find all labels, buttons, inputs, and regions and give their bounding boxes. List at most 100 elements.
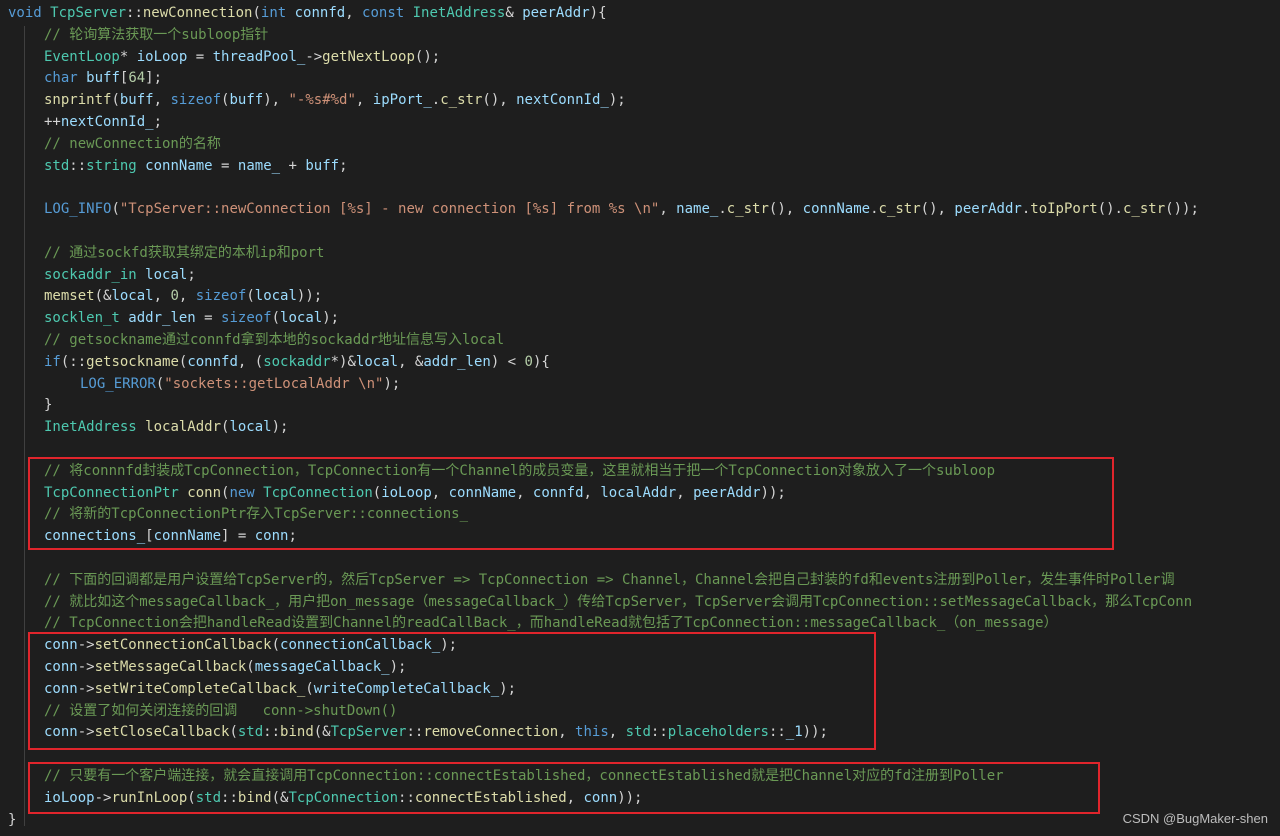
code-token: snprintf <box>44 92 112 109</box>
code-token: writeCompleteCallback_ <box>313 680 500 697</box>
code-line: char buff[64]; <box>44 67 162 89</box>
code-token: , <box>153 92 171 109</box>
code-token: connfd <box>532 484 584 501</box>
code-token: memset <box>44 288 95 305</box>
code-token: local <box>254 288 297 305</box>
code-token: -> <box>77 724 95 741</box>
code-token: // 就比如这个messageCallback_，用户把on_message（m… <box>44 593 1193 610</box>
code-token: (& <box>271 789 289 806</box>
code-token: ; <box>339 157 348 174</box>
code-token: , <box>608 724 626 741</box>
code-token: placeholders <box>667 724 769 741</box>
code-token: if <box>44 353 61 370</box>
code-token: . <box>718 201 727 218</box>
code-token: } <box>8 811 17 828</box>
code-token: connectionCallback_ <box>280 637 441 654</box>
code-token: :: <box>650 724 668 741</box>
code-token: . <box>870 201 879 218</box>
code-token: std <box>237 724 264 741</box>
code-token: (:: <box>60 353 87 370</box>
code-token: connName <box>145 157 213 174</box>
code-token: c_str <box>440 92 483 109</box>
code-token: InetAddress <box>412 5 506 21</box>
code-line: // 下面的回调都是用户设置给TcpServer的，然后TcpServer =>… <box>44 569 1175 591</box>
code-token: connectEstablished <box>414 789 567 806</box>
code-token: peerAddr <box>522 5 590 21</box>
code-token: this <box>575 724 609 741</box>
code-token: c_str <box>878 201 921 218</box>
code-token: ( <box>246 288 255 305</box>
code-token: } <box>44 397 53 414</box>
code-token: ( <box>252 5 261 21</box>
code-token: messageCallback_ <box>254 659 390 675</box>
code-token: ; <box>288 528 297 545</box>
code-token: peerAddr <box>954 201 1022 218</box>
code-line: } <box>8 809 16 831</box>
code-token: peerAddr <box>693 484 761 501</box>
code-token: buff <box>86 70 120 87</box>
code-token: conn <box>583 789 618 806</box>
code-token: TcpConnectionPtr <box>44 484 188 501</box>
code-line: ++nextConnId_; <box>44 111 162 133</box>
code-line: std::string connName = name_ + buff; <box>44 155 348 177</box>
code-line: if(::getsockname(connfd, (sockaddr*)&loc… <box>44 351 550 373</box>
code-token: , <box>431 484 449 501</box>
code-token: // getsockname通过connfd拿到本地的sockaddr地址信息写… <box>44 332 505 348</box>
code-token: 0 <box>524 353 533 370</box>
code-token: newConnection <box>142 5 253 21</box>
code-token: const <box>362 5 413 21</box>
code-token: ), <box>263 92 289 109</box>
code-editor[interactable]: void TcpServer::newConnection(int connfd… <box>0 0 1280 836</box>
code-token: bind <box>237 789 272 806</box>
code-token: local <box>280 310 323 327</box>
code-token: std <box>625 724 651 741</box>
code-line: memset(&local, 0, sizeof(local)); <box>44 285 322 307</box>
code-token: (), <box>920 201 955 218</box>
code-token: removeConnection <box>423 724 559 741</box>
code-line: // 将新的TcpConnectionPtr存入TcpServer::conne… <box>44 503 468 525</box>
code-token: sockaddr <box>263 353 331 370</box>
code-token: ){ <box>589 5 607 21</box>
code-token: connfd <box>187 353 238 370</box>
code-token: TcpConnection <box>263 484 373 501</box>
code-token: getNextLoop <box>322 48 415 65</box>
code-token: ( <box>246 659 255 675</box>
code-token: ioLoop <box>44 789 95 806</box>
code-token: & <box>505 5 523 21</box>
code-token: (). <box>1097 201 1123 218</box>
code-token: )); <box>802 724 828 741</box>
code-token: new <box>229 484 264 501</box>
code-line: void TcpServer::newConnection(int connfd… <box>8 2 607 24</box>
code-token: name_ <box>676 201 719 218</box>
code-token: std <box>195 789 222 806</box>
code-token: , <box>558 724 576 741</box>
code-token: connfd <box>294 5 346 21</box>
code-token: , <box>345 5 363 21</box>
code-token: ( <box>111 92 120 109</box>
code-token: char <box>44 70 87 87</box>
code-token: + <box>280 157 306 174</box>
code-token: socklen_t <box>44 310 129 327</box>
code-token: nextConnId_ <box>60 114 154 130</box>
code-token: sizeof <box>170 92 222 109</box>
code-token: 64 <box>128 70 146 87</box>
code-token: :: <box>69 157 87 174</box>
code-token: threadPool_ <box>212 48 306 65</box>
code-token: connName <box>802 201 871 218</box>
code-token: :: <box>398 789 415 806</box>
code-token: local <box>355 353 399 370</box>
code-line: // 将connnfd封装成TcpConnection，TcpConnectio… <box>44 460 995 482</box>
code-token: ioLoop <box>381 484 432 501</box>
code-token: buff <box>229 92 264 109</box>
code-token: conn <box>254 528 289 545</box>
code-token: ); <box>440 637 458 654</box>
code-line: // 只要有一个客户端连接，就会直接调用TcpConnection::conne… <box>44 765 1004 787</box>
code-token: -> <box>305 48 323 65</box>
code-token: , <box>178 288 196 305</box>
code-token: ] = <box>221 528 255 545</box>
code-token: )); <box>617 789 643 806</box>
code-token: , <box>516 484 533 501</box>
code-token: )); <box>296 288 323 305</box>
code-token: // 设置了如何关闭连接的回调 conn->shutDown() <box>44 702 398 719</box>
code-token: = <box>212 157 238 174</box>
